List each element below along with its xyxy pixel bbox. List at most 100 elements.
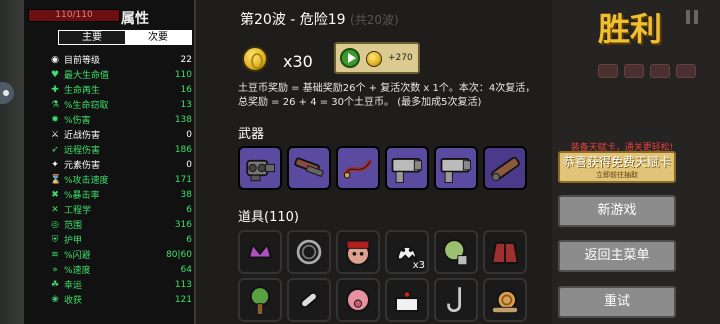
item-slot-8[interactable] xyxy=(287,278,331,322)
stat-label: 生命再生 xyxy=(64,86,101,96)
stat-row: ✚ 生命再生 16 xyxy=(50,82,192,97)
victory-title: 胜利 xyxy=(598,10,663,48)
stat-value: 186 xyxy=(174,144,192,155)
weapon-slot-laser-gun-2[interactable] xyxy=(434,146,478,190)
item-slot-10[interactable] xyxy=(385,278,429,322)
stat-label: %伤害 xyxy=(64,116,91,126)
stat-label: %闪避 xyxy=(64,251,91,261)
hook-item-icon xyxy=(447,287,461,313)
snail-item-icon xyxy=(491,290,519,314)
item-slot-11[interactable] xyxy=(434,278,478,322)
item-slot-5[interactable] xyxy=(434,230,478,274)
status-icon xyxy=(624,64,644,78)
stat-label: 范围 xyxy=(64,221,83,231)
stats-title: 属性 xyxy=(121,11,149,27)
stat-row: ≋ %闪避 80|60 xyxy=(50,247,192,262)
item-slot-3[interactable] xyxy=(336,230,380,274)
stat-row: ⚗ %生命窃取 13 xyxy=(50,97,192,112)
weapon-slot-rocket-launcher[interactable] xyxy=(483,146,527,190)
stat-value: 22 xyxy=(180,54,192,65)
talent-button-sublabel: 立即前往抽取 xyxy=(596,171,638,179)
pig-item-icon xyxy=(346,288,370,312)
stat-row: ⚔ 近战伤害 0 xyxy=(50,127,192,142)
stat-value: 121 xyxy=(174,294,192,305)
item-slot-6[interactable] xyxy=(483,230,527,274)
stat-row: ◎ 范围 316 xyxy=(50,217,192,232)
stat-label: 近战伤害 xyxy=(64,131,101,141)
weapons-title: 武器 xyxy=(238,127,265,142)
shotgun-icon xyxy=(294,157,324,177)
item-slot-4[interactable]: x3 xyxy=(385,230,429,274)
bonus-coin-button[interactable]: +270 xyxy=(334,42,420,74)
pirate-potato-icon xyxy=(346,240,370,266)
weapon-slot-thorn-whip[interactable] xyxy=(336,146,380,190)
tab-primary[interactable]: 主要 xyxy=(59,31,125,44)
new-game-button[interactable]: 新游戏 xyxy=(558,195,676,227)
stat-value: 138 xyxy=(174,114,192,125)
weapon-slot-laser-gun-1[interactable] xyxy=(385,146,429,190)
stat-label: 收获 xyxy=(64,296,83,306)
status-icon xyxy=(676,64,696,78)
lifesteal-icon: ⚗ xyxy=(50,99,60,110)
engineering-icon: ✕ xyxy=(51,204,59,215)
dodge-icon: ≋ xyxy=(51,249,59,260)
cake-item-icon xyxy=(395,291,419,312)
stat-tabs: 主要 次要 xyxy=(58,30,192,45)
free-talent-card-button[interactable]: 恭喜获得免费天赋卡 立即前往抽取 xyxy=(558,151,676,183)
tree-item-icon xyxy=(250,286,270,315)
stat-label: 工程学 xyxy=(64,206,92,216)
stat-row: ⌛ %攻击速度 171 xyxy=(50,172,192,187)
weapon-slot-shotgun[interactable] xyxy=(287,146,331,190)
stat-value: 38 xyxy=(180,189,192,200)
stat-value: 110 xyxy=(174,69,192,80)
item-slot-2[interactable] xyxy=(287,230,331,274)
item-slot-7[interactable] xyxy=(238,278,282,322)
melee-icon: ⚔ xyxy=(50,129,60,140)
thorn-whip-icon xyxy=(343,159,373,179)
explanation-line-2: 总奖励 = 26 + 4 = 30个土豆币。 (最多加成5次复活) xyxy=(238,97,482,108)
pause-icon[interactable] xyxy=(686,10,698,24)
stat-value: 316 xyxy=(174,219,192,230)
barbed-wire-icon xyxy=(296,239,322,265)
stat-row: ✦ 元素伤害 0 xyxy=(50,157,192,172)
stat-row: ♥ 最大生命值 110 xyxy=(50,67,192,82)
retry-button[interactable]: 重试 xyxy=(558,286,676,318)
stat-row: ◉ 目前等级 22 xyxy=(50,52,192,67)
stat-label: 远程伤害 xyxy=(64,146,101,156)
level-icon: ◉ xyxy=(51,54,59,65)
main-menu-button[interactable]: 返回主菜单 xyxy=(558,240,676,272)
stat-value: 16 xyxy=(180,84,192,95)
stat-label: 元素伤害 xyxy=(64,161,101,171)
cactus-item-icon xyxy=(443,239,468,266)
item-slot-9[interactable] xyxy=(336,278,380,322)
stat-row: ✕ 工程学 6 xyxy=(50,202,192,217)
crown-item-icon xyxy=(247,242,273,259)
stat-row: ✖ %暴击率 38 xyxy=(50,187,192,202)
range-icon: ◎ xyxy=(51,219,59,230)
armor-icon: ⛨ xyxy=(51,234,59,245)
talent-button-label: 恭喜获得免费天赋卡 xyxy=(562,155,671,169)
item-slot-1[interactable] xyxy=(238,230,282,274)
tab-secondary[interactable]: 次要 xyxy=(125,31,191,44)
luck-icon: ☘ xyxy=(50,279,60,290)
rocket-launcher-icon xyxy=(491,156,520,182)
stats-panel: 110/110 属性 主要 次要 ◉ 目前等级 22 ♥ 最大生命值 110 ✚ 生命再生 16… xyxy=(24,0,196,324)
run-summary: 第20波 - 危险19 (共20波) x30 +270 土豆币奖励 = 基础奖励… xyxy=(198,0,550,324)
harvest-icon: ❀ xyxy=(51,294,59,305)
regen-icon: ✚ xyxy=(51,84,59,95)
stat-label: %攻击速度 xyxy=(64,176,109,186)
jacket-item-icon xyxy=(491,242,519,264)
stat-label: 护甲 xyxy=(64,236,83,246)
items-title: 道具(110) xyxy=(238,210,299,225)
stat-value: 113 xyxy=(174,279,192,290)
item-slot-12[interactable] xyxy=(483,278,527,322)
stat-label: %速度 xyxy=(64,266,91,276)
weapon-slot-minigun[interactable] xyxy=(238,146,282,190)
stat-row: ✹ %伤害 138 xyxy=(50,112,192,127)
stat-label: 目前等级 xyxy=(64,56,101,66)
damage-icon: ✹ xyxy=(51,114,59,125)
bone-item-icon xyxy=(300,291,318,309)
laser-gun-icon xyxy=(391,158,422,183)
stat-value: 64 xyxy=(180,264,192,275)
stat-row: ⛨ 护甲 6 xyxy=(50,232,192,247)
